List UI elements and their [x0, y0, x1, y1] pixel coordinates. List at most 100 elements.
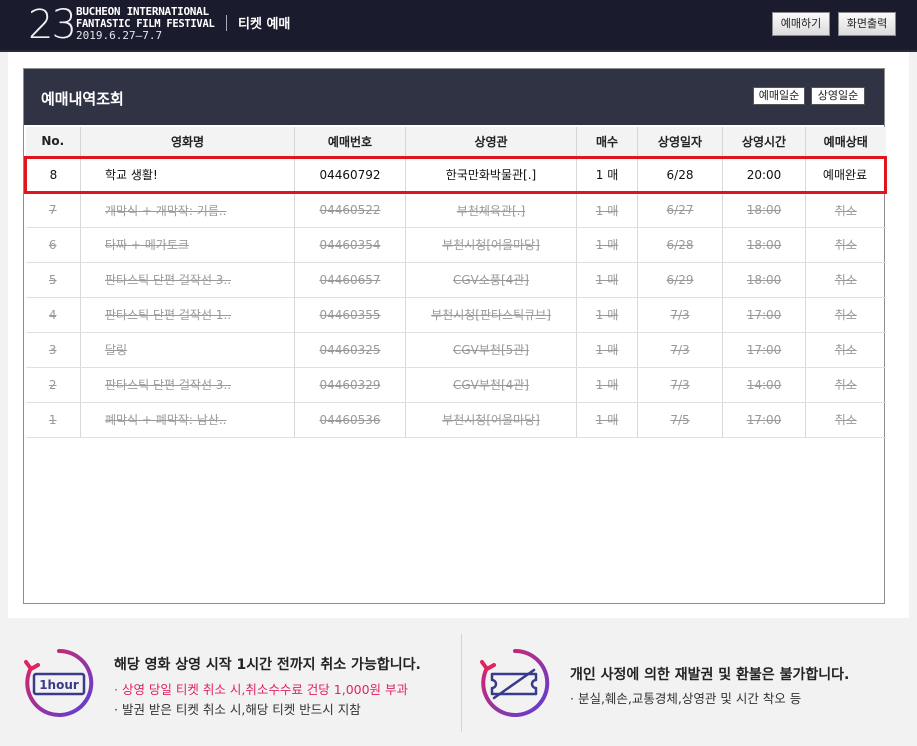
site-header: 23 BUCHEON INTERNATIONAL FANTASTIC FILM …	[0, 0, 917, 52]
logo-dates: 2019.6.27—7.7	[76, 29, 163, 42]
cell-venue: 부천시청[어울마당]	[405, 227, 577, 263]
cell-date: 6/29	[637, 262, 723, 298]
cell-venue: CGV부천[4관]	[405, 367, 577, 403]
cell-title[interactable]: 학교 생활!	[80, 155, 295, 194]
reservation-history-panel: 예매내역조회 예매일순 상영일순 No. 영화명 예매번호 상영관 매수 상영일…	[23, 68, 887, 604]
table-row[interactable]: 4 판타스틱 단편 걸작선 1.. 04460355 부천시청[판타스틱큐브] 1 매7…	[25, 297, 886, 333]
table-row[interactable]: 2 판타스틱 단편 걸작선 3.. 04460329 CGV부천[4관] 1 매 7/3 1…	[25, 367, 886, 403]
cell-title[interactable]: 판타스틱 단편 걸작선 3..	[80, 262, 295, 298]
reserve-button[interactable]: 예매하기	[772, 12, 830, 36]
cell-time: 20:00	[722, 155, 806, 194]
one-hour-cancel-icon: 1hour	[24, 648, 94, 717]
cell-time: 18:00	[722, 192, 806, 228]
column-header-venue: 상영관	[405, 127, 577, 158]
cell-qty: 1 매	[576, 155, 638, 194]
cancel-policy-title: 해당 영화 상영 시작 1시간 전까지 취소 가능합니다.	[114, 657, 421, 673]
cell-qty: 1 매	[576, 227, 638, 263]
cell-status: 취소	[805, 297, 886, 333]
notice-section: 1hour 해당 영화 상영 시작 1시간 전까지 취소 가능합니다. · 상영…	[0, 620, 917, 746]
cell-no: 8	[24, 155, 81, 194]
cell-status: 취소	[805, 332, 886, 368]
cell-venue: 한국만화박물관[.]	[405, 155, 577, 194]
cell-qty: 1 매	[576, 192, 638, 228]
cancel-fee-note: · 상영 당일 티켓 취소 시,취소수수료 건당 1,000원 부과	[114, 682, 409, 697]
cell-date: 6/28	[637, 155, 723, 194]
cell-venue: 부천시청[판타스틱큐브]	[405, 297, 577, 333]
table-row[interactable]: 5 판타스틱 단편 걸작선 3.. 04460657 CGV소풍[4관] 1 매 6/29…	[25, 262, 886, 298]
cell-no: 3	[25, 332, 81, 368]
cell-status: 취소	[805, 192, 886, 228]
column-header-status: 예매상태	[805, 127, 886, 158]
cell-qty: 1 매	[576, 367, 638, 403]
cell-date: 6/28	[637, 227, 723, 263]
festival-logo-number: 23	[28, 2, 77, 48]
logo-line-1: BUCHEON INTERNATIONAL	[76, 5, 209, 18]
notice-divider	[461, 634, 462, 732]
cell-venue: 부천시청[어울마당]	[405, 402, 577, 438]
cell-status: 예매완료	[805, 155, 887, 194]
table-header-row: No. 영화명 예매번호 상영관 매수 상영일자 상영시간 예매상태	[25, 127, 886, 158]
cell-no: 6	[25, 227, 81, 263]
cell-title[interactable]: 판타스틱 단편 걸작선 1..	[80, 297, 295, 333]
cell-qty: 1 매	[576, 297, 638, 333]
reservation-table: No. 영화명 예매번호 상영관 매수 상영일자 상영시간 예매상태 8 학교 생…	[24, 127, 887, 438]
panel-title: 예매내역조회	[41, 90, 124, 108]
cell-date: 7/3	[637, 332, 723, 368]
print-screen-button[interactable]: 화면출력	[838, 12, 896, 36]
cell-venue: 부천체육관[.]	[405, 192, 577, 228]
column-header-booking-no: 예매번호	[294, 127, 406, 158]
table-row[interactable]: 8 학교 생활! 04460792 한국만화박물관[.] 1 매 6/28 20:00 예매완…	[24, 155, 887, 194]
cell-status: 취소	[805, 402, 886, 438]
column-header-qty: 매수	[576, 127, 638, 158]
cell-no: 4	[25, 297, 81, 333]
column-header-date: 상영일자	[637, 127, 723, 158]
cell-date: 6/27	[637, 192, 723, 228]
cell-status: 취소	[805, 367, 886, 403]
festival-logo-text: BUCHEON INTERNATIONAL FANTASTIC FILM FES…	[76, 6, 215, 42]
cell-title[interactable]: 타짜 + 메가토크	[80, 227, 295, 263]
header-divider	[226, 15, 227, 31]
cell-booking-no: 04460792	[294, 155, 406, 194]
column-header-time: 상영시간	[722, 127, 806, 158]
cell-no: 1	[25, 402, 81, 438]
refund-policy-title: 개인 사정에 의한 재발권 및 환불은 불가합니다.	[570, 667, 850, 683]
cell-status: 취소	[805, 262, 886, 298]
cell-booking-no: 04460355	[294, 297, 406, 333]
cell-venue: CGV부천[5관]	[405, 332, 577, 368]
cell-time: 18:00	[722, 262, 806, 298]
panel-header: 예매내역조회 예매일순 상영일순	[24, 69, 884, 125]
cell-title[interactable]: 폐막식 + 폐막작: 남산..	[80, 402, 295, 438]
cell-title[interactable]: 달링	[80, 332, 295, 368]
cell-no: 7	[25, 192, 81, 228]
cell-venue: CGV소풍[4관]	[405, 262, 577, 298]
cell-booking-no: 04460657	[294, 262, 406, 298]
cell-qty: 1 매	[576, 402, 638, 438]
no-reissue-ticket-icon	[480, 648, 550, 717]
table-row[interactable]: 1 폐막식 + 폐막작: 남산.. 04460536 부천시청[어울마당] 1 매 7/5…	[25, 402, 886, 438]
cell-qty: 1 매	[576, 262, 638, 298]
cell-time: 18:00	[722, 227, 806, 263]
table-row[interactable]: 3 달링 04460325 CGV부천[5관] 1 매 7/3 17:00 취소	[25, 332, 886, 368]
cell-title[interactable]: 개막식 + 개막작: 기름..	[80, 192, 295, 228]
cell-title[interactable]: 판타스틱 단편 걸작선 3..	[80, 367, 295, 403]
cell-time: 17:00	[722, 297, 806, 333]
cell-booking-no: 04460522	[294, 192, 406, 228]
sort-by-screening-date-button[interactable]: 상영일순	[811, 87, 865, 105]
issued-ticket-note: · 발권 받은 티켓 취소 시,해당 티켓 반드시 지참	[114, 702, 361, 717]
cell-booking-no: 04460329	[294, 367, 406, 403]
table-row[interactable]: 7 개막식 + 개막작: 기름.. 04460522 부천체육관[.] 1 매 6/27 1…	[25, 192, 886, 228]
page-section-title: 티켓 예매	[238, 17, 291, 32]
cell-status: 취소	[805, 227, 886, 263]
cell-time: 17:00	[722, 332, 806, 368]
sort-by-booking-date-button[interactable]: 예매일순	[753, 87, 805, 105]
table-row[interactable]: 6 타짜 + 메가토크 04460354 부천시청[어울마당] 1 매 6/28 18:00…	[25, 227, 886, 263]
cell-time: 14:00	[722, 367, 806, 403]
cell-no: 2	[25, 367, 81, 403]
refund-exclusion-note: · 분실,훼손,교통경체,상영관 및 시간 착오 등	[570, 691, 802, 706]
cell-date: 7/5	[637, 402, 723, 438]
cell-date: 7/3	[637, 367, 723, 403]
cell-booking-no: 04460536	[294, 402, 406, 438]
cell-date: 7/3	[637, 297, 723, 333]
column-header-title: 영화명	[80, 127, 295, 158]
cell-time: 17:00	[722, 402, 806, 438]
